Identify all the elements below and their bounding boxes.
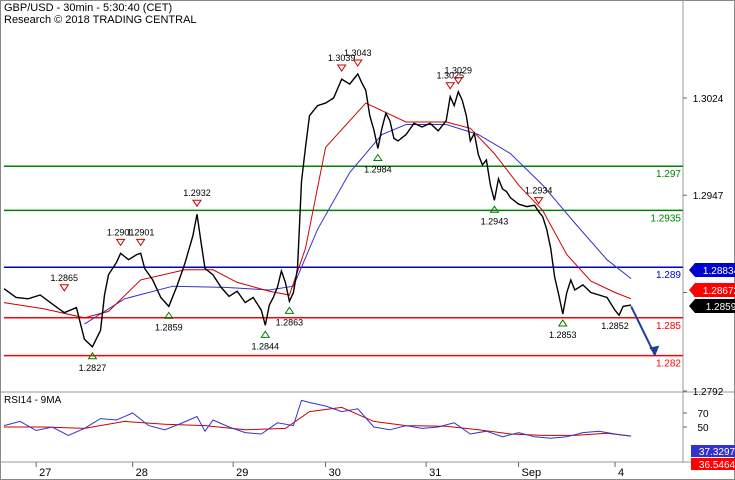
level-label: 1.2935 <box>650 213 681 224</box>
high-label: 1.2901 <box>127 227 155 237</box>
x-tick-label: 28 <box>136 467 148 479</box>
rsi-tick-label: 70 <box>697 409 709 420</box>
y-tick-label: 1.3024 <box>693 94 724 105</box>
price-box-label: 1.28672 <box>703 286 735 297</box>
price-box-label: 1.28834 <box>703 266 735 277</box>
x-tick-label: Sep <box>522 467 542 479</box>
rsi-value-label: 37.3297 <box>699 447 735 458</box>
level-label: 1.282 <box>656 359 681 370</box>
low-marker <box>372 153 383 162</box>
y-tick-label: 1.2947 <box>693 191 724 202</box>
high-label: 1.2865 <box>51 273 79 283</box>
price-box-label: 1.2859 <box>706 302 735 313</box>
y-axis: 1.30241.29471.28701.27921.288341.286721.… <box>683 94 735 398</box>
high-marker <box>59 284 70 292</box>
high-marker <box>115 238 126 247</box>
rsi-label: RSI14 - 9MA <box>4 395 62 406</box>
x-tick-label: 31 <box>429 467 441 479</box>
level-label: 1.297 <box>656 169 681 180</box>
low-label: 1.2984 <box>364 165 392 175</box>
low-label: 1.2859 <box>155 322 183 332</box>
level-label: 1.285 <box>656 321 681 332</box>
low-label: 1.2827 <box>79 363 107 373</box>
level-label: 1.289 <box>656 270 681 281</box>
x-tick-label: 4 <box>618 467 624 479</box>
level-lines: 1.297 1.2935 1.289 1.285 1.282 <box>4 165 683 370</box>
outer-border <box>0 0 735 480</box>
high-label: 1.2932 <box>183 188 211 198</box>
high-marker <box>135 238 146 247</box>
low-label: 1.2943 <box>481 216 509 226</box>
low-marker <box>260 330 271 338</box>
price-box-pointer <box>689 263 695 277</box>
high-marker <box>445 82 456 90</box>
low-marker <box>284 306 295 314</box>
x-axis: 27 28 29 30 31 Sep 4 <box>35 462 624 479</box>
x-tick-label: 30 <box>329 467 341 479</box>
rsi-line <box>3 399 632 439</box>
price-chart: 1.2971.29351.2891.2851.282 1.28651.29011… <box>0 0 735 480</box>
low-label: 1.2852 <box>601 321 629 331</box>
high-label: 1.3043 <box>344 48 372 58</box>
chart-frame <box>0 0 735 480</box>
high-label: 1.3029 <box>444 66 472 76</box>
low-label: 1.2863 <box>276 317 304 327</box>
low-label: 1.2853 <box>549 330 577 340</box>
rsi-ma-value-label: 36.5464 <box>699 460 735 471</box>
high-label: 1.2934 <box>525 186 553 196</box>
moving-averages <box>3 102 632 325</box>
rsi-tick-label: 50 <box>697 423 709 434</box>
low-marker <box>557 319 568 327</box>
ma-slow-line <box>84 124 632 325</box>
high-marker <box>336 64 347 72</box>
rsi-ma-line <box>4 406 632 437</box>
high-marker <box>192 199 202 208</box>
y-tick-label: 1.2792 <box>693 387 724 398</box>
x-tick-label: 29 <box>236 467 248 479</box>
low-marker <box>489 205 500 213</box>
rsi-panel: RSI14 - 9MA 70 50 37.3297 36.5464 <box>3 395 735 471</box>
price-box-pointer <box>689 299 695 313</box>
low-label: 1.2844 <box>252 341 280 351</box>
x-tick-label: 27 <box>39 467 51 479</box>
